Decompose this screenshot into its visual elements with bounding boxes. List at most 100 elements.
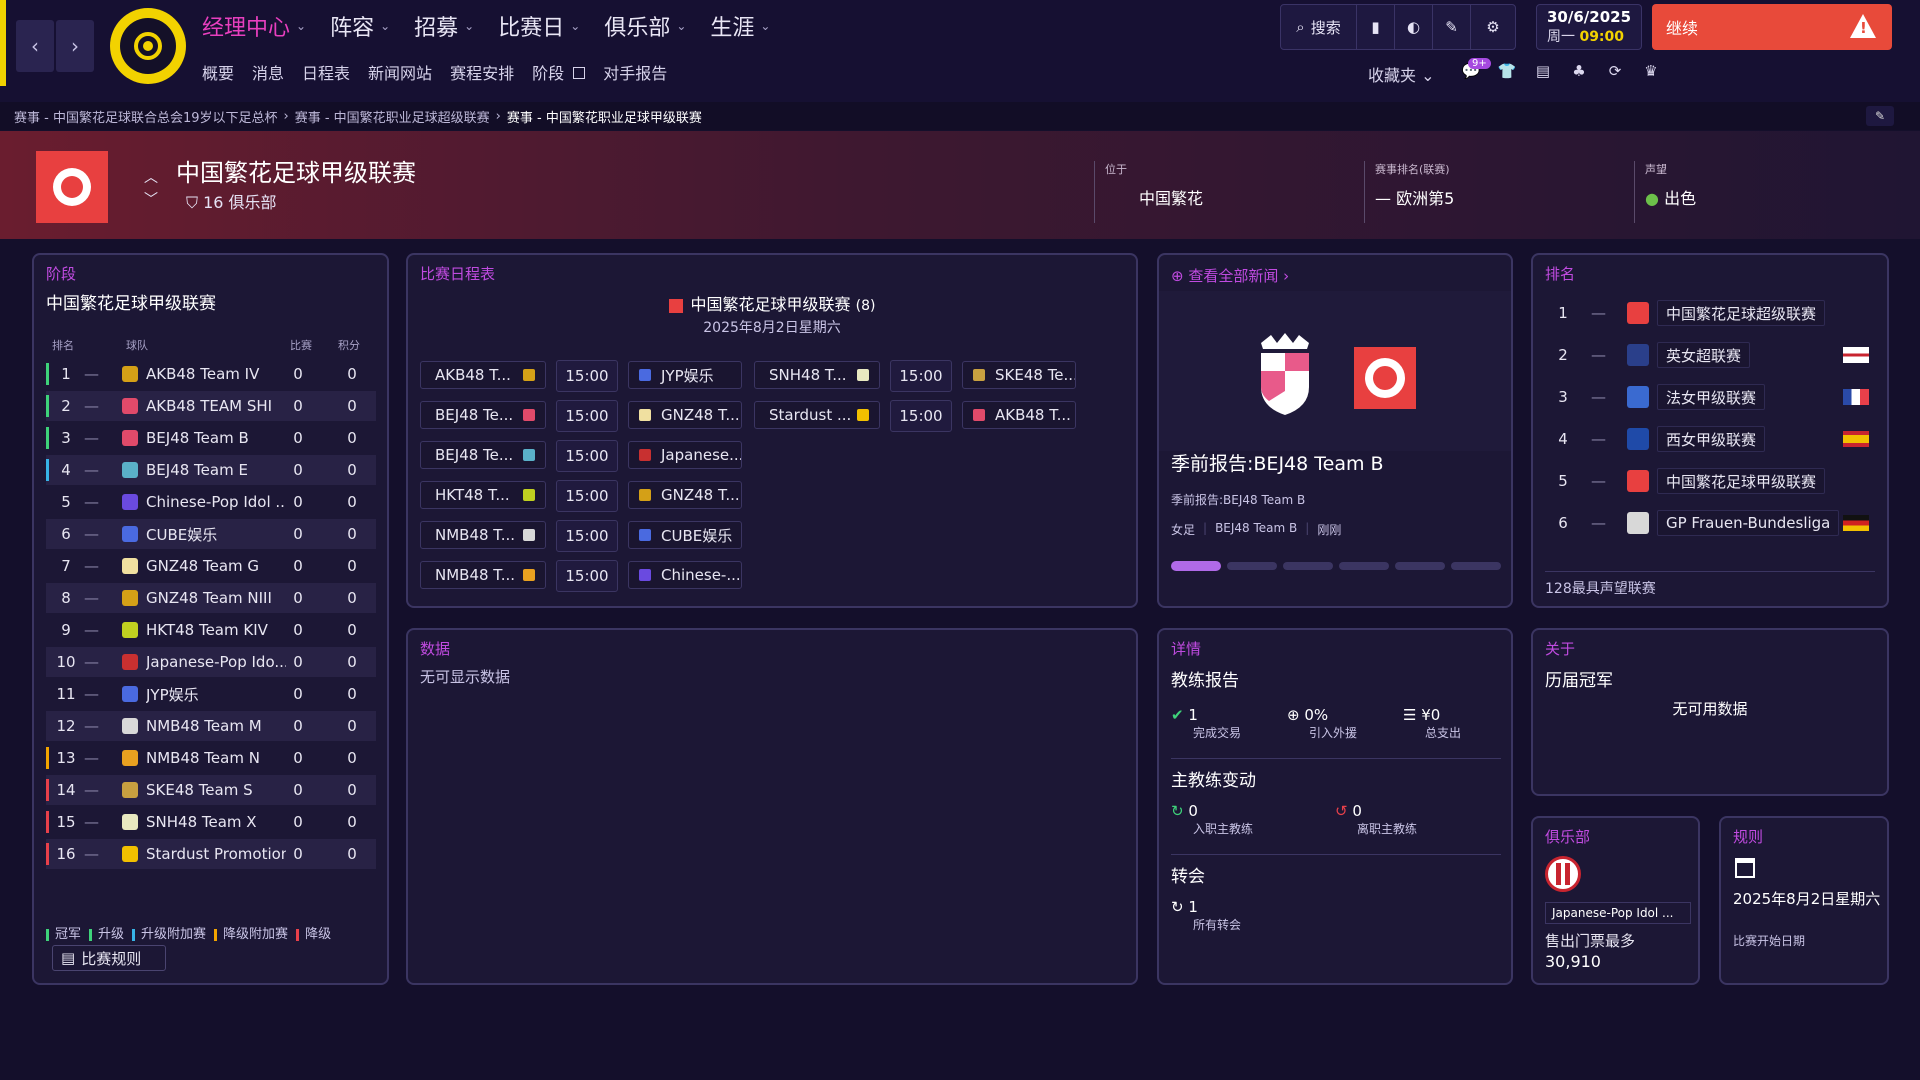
table-row[interactable]: 4 — BEJ48 Team E 0 0 (46, 455, 376, 485)
fixture-away-team[interactable]: Chinese-... (628, 561, 742, 589)
fixture-home-team[interactable]: HKT48 T... (420, 481, 546, 509)
ranking-row[interactable]: 3 — 法女甲级联赛 (1545, 379, 1875, 415)
back-button[interactable]: ‹ (16, 20, 54, 72)
fixture-time[interactable]: 15:00 (556, 520, 618, 552)
fixture-away-team[interactable]: Japanese... (628, 441, 742, 469)
trophy-icon[interactable]: ♛ (1640, 60, 1662, 82)
table-row[interactable]: 12 — NMB48 Team M 0 0 (46, 711, 376, 741)
news-pager[interactable] (1171, 561, 1501, 571)
table-row[interactable]: 8 — GNZ48 Team NIII 0 0 (46, 583, 376, 613)
fixture-time[interactable]: 15:00 (556, 360, 618, 392)
col-team[interactable]: 球队 (126, 337, 148, 353)
submenu-news[interactable]: 新闻网站 (368, 60, 432, 84)
menu-squad[interactable]: 阵容 ⌄ (330, 10, 390, 42)
ranking-row[interactable]: 4 — 西女甲级联赛 (1545, 421, 1875, 457)
fixture-home-team[interactable]: Stardust ... (754, 401, 880, 429)
view-all-news-link[interactable]: ⊕ 查看全部新闻 › (1171, 265, 1289, 286)
table-row[interactable]: 1 — AKB48 Team IV 0 0 (46, 359, 376, 389)
team-name[interactable]: NMB48 Team M (146, 717, 286, 735)
fixture-time[interactable]: 15:00 (556, 440, 618, 472)
fixture-home-team[interactable]: NMB48 T... (420, 521, 546, 549)
brain-icon[interactable]: ◐ (1395, 5, 1433, 49)
team-name[interactable]: CUBE娱乐 (146, 524, 286, 545)
table-row[interactable]: 15 — SNH48 Team X 0 0 (46, 807, 376, 837)
fixture-home-team[interactable]: SNH48 T... (754, 361, 880, 389)
fixture-time[interactable]: 15:00 (556, 560, 618, 592)
table-row[interactable]: 3 — BEJ48 Team B 0 0 (46, 423, 376, 453)
submenu-stages[interactable]: 阶段 (532, 60, 586, 84)
table-row[interactable]: 6 — CUBE娱乐 0 0 (46, 519, 376, 549)
team-name[interactable]: GNZ48 Team G (146, 557, 286, 575)
gear-icon[interactable]: ⚙ (1471, 5, 1515, 49)
breadcrumb-item[interactable]: 赛事 - 中国繁花职业足球超级联赛 (295, 107, 490, 126)
news-headline[interactable]: 季前报告:BEJ48 Team B (1171, 449, 1384, 476)
date-display[interactable]: 30/6/2025 周一 09:00 (1536, 4, 1642, 50)
team-name[interactable]: HKT48 Team KIV (146, 621, 286, 639)
team-name[interactable]: Japanese-Pop Ido... (146, 653, 286, 671)
bookmark-icon[interactable]: ▮ (1357, 5, 1395, 49)
fixture-away-team[interactable]: SKE48 Te... (962, 361, 1076, 389)
col-points[interactable]: 积分 (338, 337, 360, 353)
league-name[interactable]: GP Frauen-Bundesliga (1657, 510, 1840, 536)
ranking-row[interactable]: 6 — GP Frauen-Bundesliga (1545, 505, 1875, 541)
team-name[interactable]: NMB48 Team N (146, 749, 286, 767)
menu-career[interactable]: 生涯 ⌄ (710, 10, 770, 42)
table-row[interactable]: 5 — Chinese-Pop Idol ... 0 0 (46, 487, 376, 517)
table-row[interactable]: 2 — AKB48 TEAM SHI 0 0 (46, 391, 376, 421)
fixture-away-team[interactable]: GNZ48 T... (628, 481, 742, 509)
fixture-home-team[interactable]: BEJ48 Te... (420, 401, 546, 429)
fixture-time[interactable]: 15:00 (556, 480, 618, 512)
team-name[interactable]: Chinese-Pop Idol ... (146, 493, 286, 511)
ranking-row[interactable]: 1 — 中国繁花足球超级联赛 (1545, 295, 1875, 331)
table-row[interactable]: 10 — Japanese-Pop Ido... 0 0 (46, 647, 376, 677)
forward-button[interactable]: › (56, 20, 94, 72)
submenu-opponent-report[interactable]: 对手报告 (603, 60, 667, 84)
fixture-away-team[interactable]: AKB48 T... (962, 401, 1076, 429)
col-pos[interactable]: 排名 (52, 337, 74, 353)
submenu-overview[interactable]: 概要 (202, 60, 234, 84)
team-name[interactable]: Stardust Promotion (146, 845, 286, 863)
edit-icon[interactable]: ✎ (1866, 106, 1894, 126)
fixture-time[interactable]: 15:00 (890, 360, 952, 392)
fixture-home-team[interactable]: AKB48 T... (420, 361, 546, 389)
league-name[interactable]: 中国繁花足球甲级联赛 (1657, 468, 1826, 494)
ranking-row[interactable]: 2 — 英女超联赛 (1545, 337, 1875, 373)
submenu-fixtures[interactable]: 赛程安排 (450, 60, 514, 84)
ranking-footer[interactable]: 128最具声望联赛 (1545, 571, 1875, 598)
menu-matchday[interactable]: 比赛日 ⌄ (498, 10, 580, 42)
table-row[interactable]: 13 — NMB48 Team N 0 0 (46, 743, 376, 773)
menu-club[interactable]: 俱乐部 ⌄ (604, 10, 686, 42)
table-row[interactable]: 7 — GNZ48 Team G 0 0 (46, 551, 376, 581)
menu-recruit[interactable]: 招募 ⌄ (414, 10, 474, 42)
league-name[interactable]: 西女甲级联赛 (1657, 426, 1766, 452)
submenu-messages[interactable]: 消息 (252, 60, 284, 84)
team-name[interactable]: AKB48 Team IV (146, 365, 286, 383)
fixture-time[interactable]: 15:00 (556, 400, 618, 432)
team-name[interactable]: GNZ48 Team NIII (146, 589, 286, 607)
fixture-away-team[interactable]: CUBE娱乐 (628, 521, 742, 549)
search-button[interactable]: ⌕ 搜索 (1281, 5, 1357, 49)
league-name[interactable]: 法女甲级联赛 (1657, 384, 1766, 410)
refresh-icon[interactable]: ⟳ (1604, 60, 1626, 82)
table-row[interactable]: 16 — Stardust Promotion 0 0 (46, 839, 376, 869)
table-row[interactable]: 9 — HKT48 Team KIV 0 0 (46, 615, 376, 645)
fixture-away-team[interactable]: JYP娱乐 (628, 361, 742, 389)
league-name[interactable]: 中国繁花足球超级联赛 (1657, 300, 1826, 326)
fixture-home-team[interactable]: BEJ48 Te... (420, 441, 546, 469)
team-name[interactable]: AKB48 TEAM SHI (146, 397, 286, 415)
menu-manager-center[interactable]: 经理中心 ⌄ (202, 10, 306, 42)
team-name[interactable]: SKE48 Team S (146, 781, 286, 799)
fixture-time[interactable]: 15:00 (890, 400, 952, 432)
team-name[interactable]: SNH48 Team X (146, 813, 286, 831)
table-row[interactable]: 11 — JYP娱乐 0 0 (46, 679, 376, 709)
breadcrumb-item[interactable]: 赛事 - 中国繁花足球联合总会19岁以下足总杯 (14, 107, 278, 126)
col-played[interactable]: 比赛 (290, 337, 312, 353)
team-name[interactable]: JYP娱乐 (146, 684, 286, 705)
game-logo[interactable] (110, 8, 186, 84)
league-name[interactable]: 英女超联赛 (1657, 342, 1751, 368)
fixture-away-team[interactable]: GNZ48 T... (628, 401, 742, 429)
club-name[interactable]: Japanese-Pop Idol ... (1545, 902, 1691, 924)
switch-arrows[interactable]: ︿ ﹀ (144, 167, 158, 211)
rules-button[interactable]: ▤ 比赛规则 (52, 945, 166, 971)
staff-icon[interactable]: ♣ (1568, 60, 1590, 82)
